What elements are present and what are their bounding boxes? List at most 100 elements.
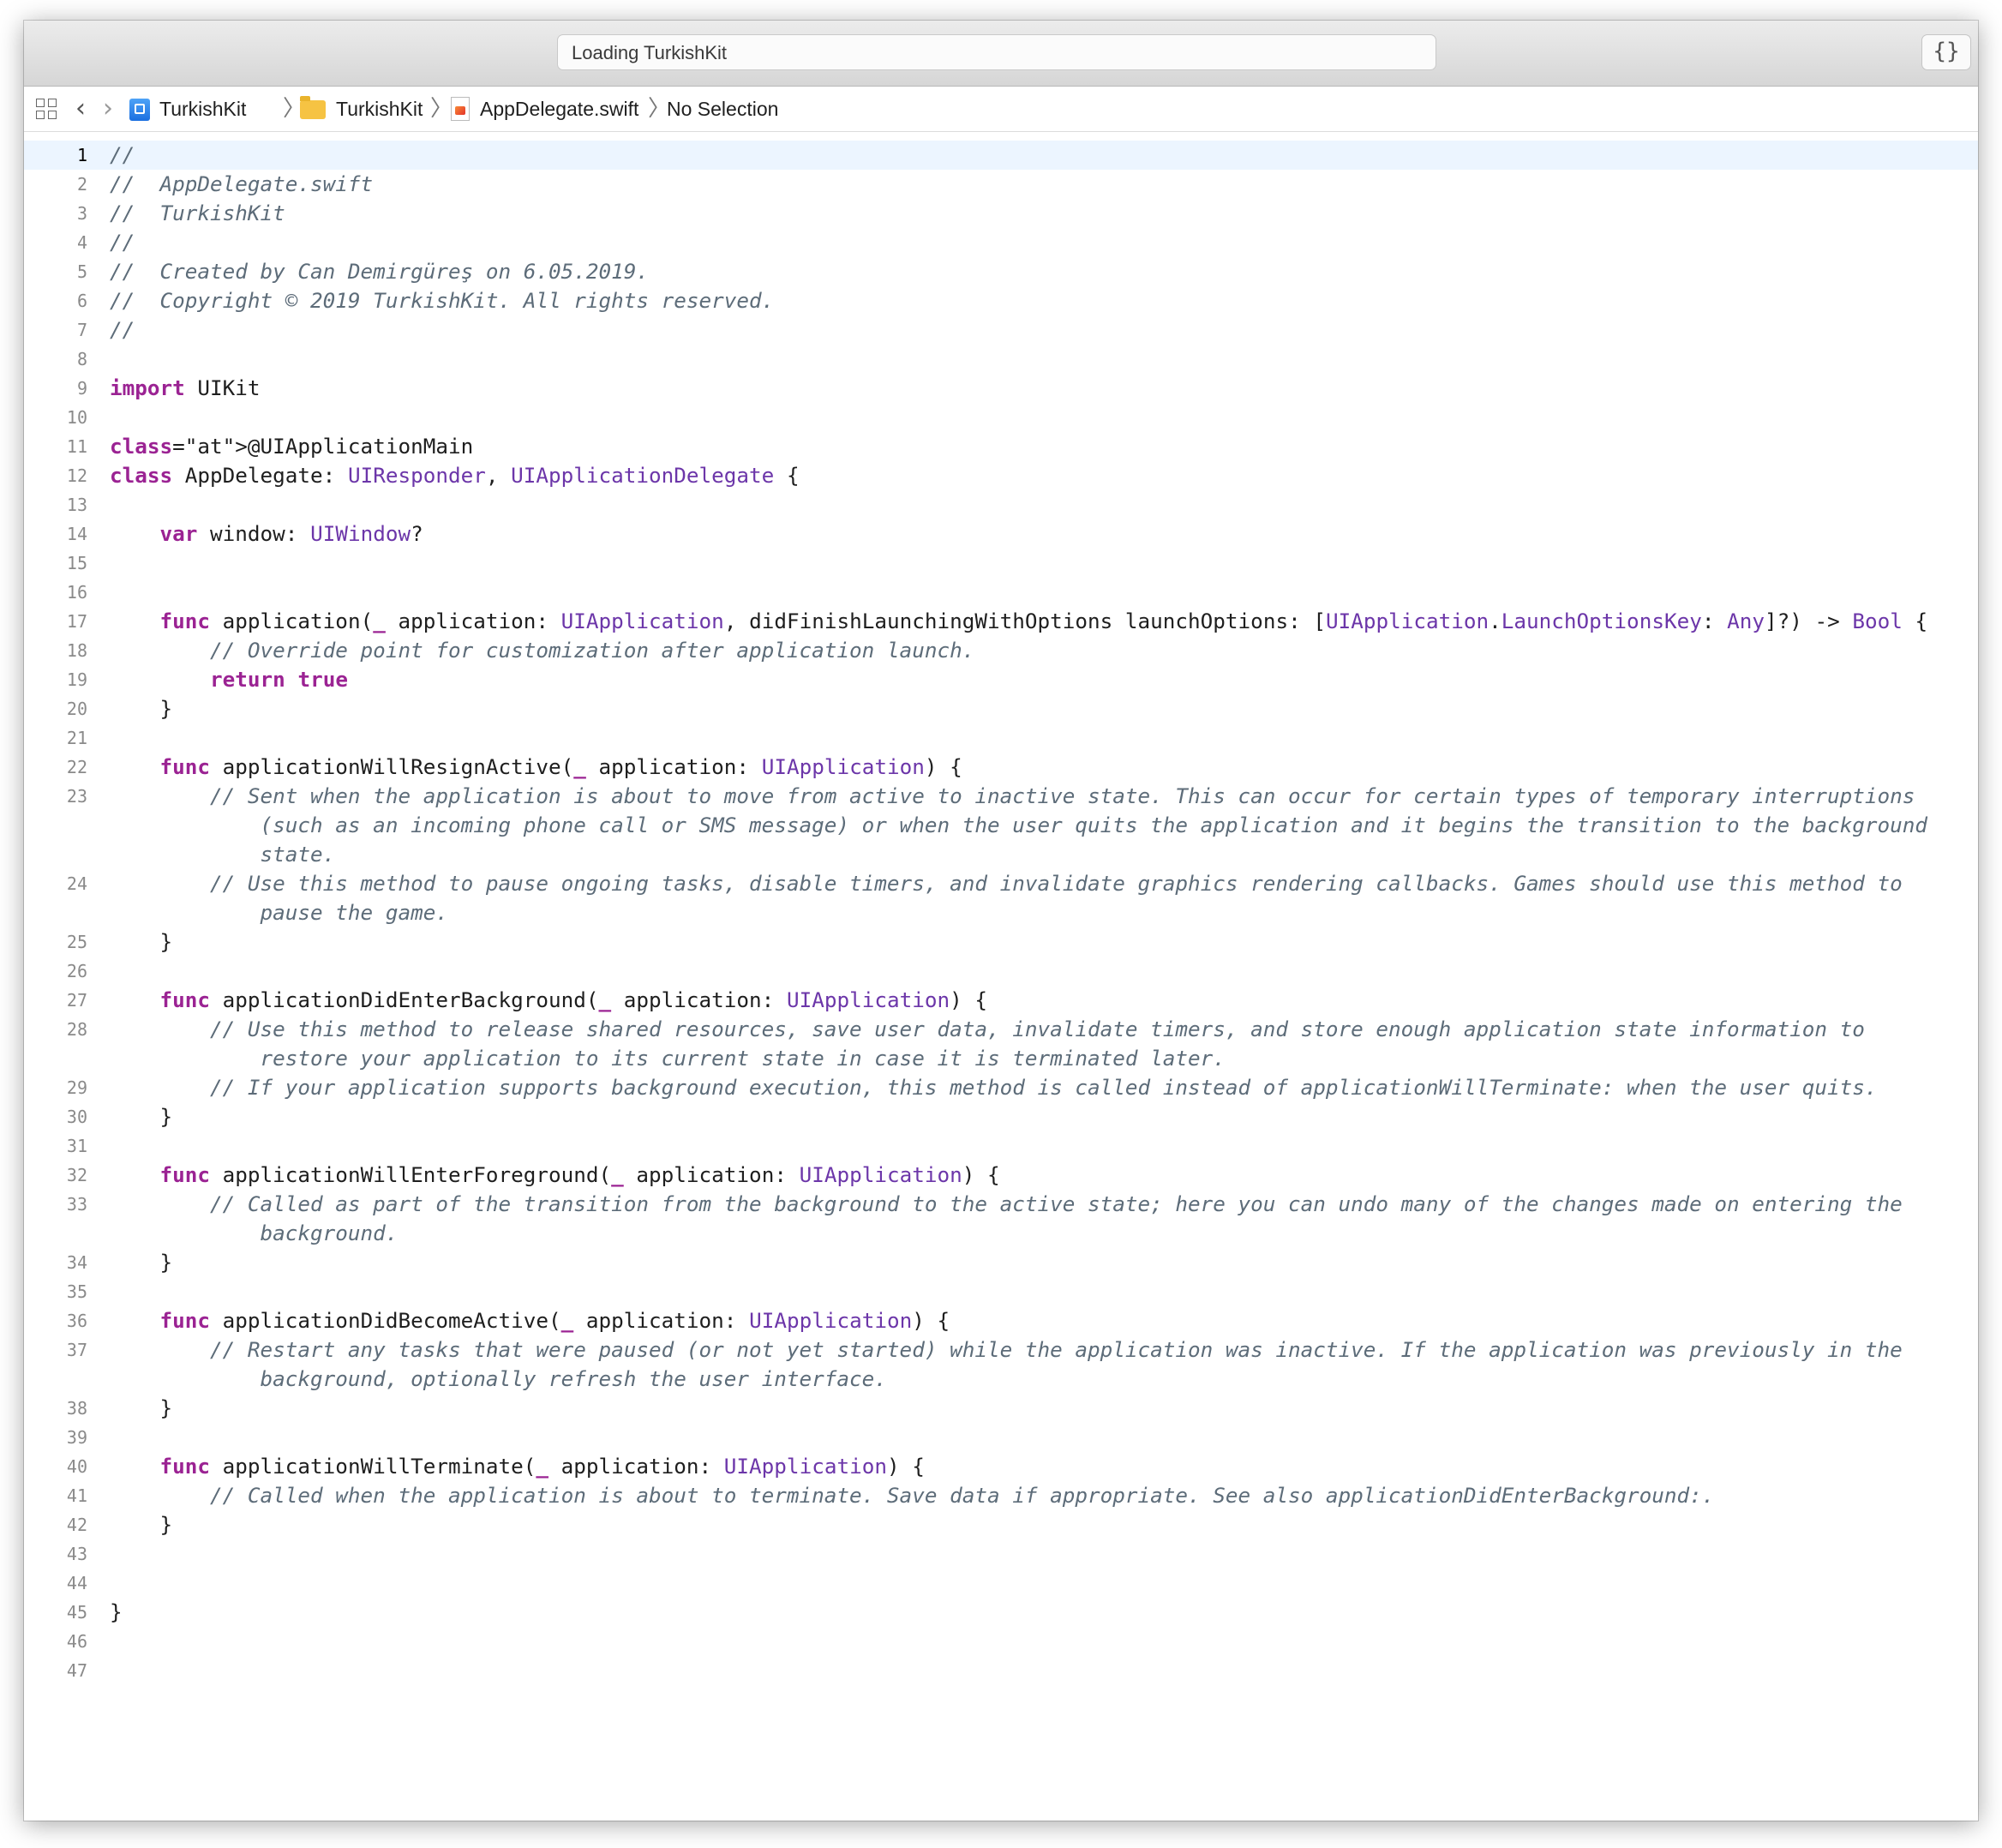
line-number: 28 [66,1019,87,1040]
code-line[interactable]: 23 // Sent when the application is about… [24,782,1978,811]
line-number: 16 [66,582,87,603]
chevron-left-icon[interactable]: ‹ [75,96,86,122]
code-line[interactable]: 47 [24,1656,1978,1685]
breadcrumb-project[interactable]: TurkishKit [159,87,246,131]
code-line[interactable]: 25 } [24,927,1978,957]
code-line[interactable]: 34 } [24,1248,1978,1277]
code-line[interactable]: 9 import UIKit [24,374,1978,403]
code-line[interactable]: 30 } [24,1102,1978,1131]
line-number: 26 [66,961,87,981]
line-number: 17 [66,611,87,632]
code-line[interactable]: 44 [24,1569,1978,1598]
source-editor[interactable]: 1 // 2 // AppDelegate.swift 3 // TurkishKit 4 /… [24,132,1978,1821]
line-number: 22 [66,757,87,777]
code-text: // Created by Can Demirgüreş on 6.05.201… [110,259,650,284]
code-line[interactable]: 21 [24,723,1978,753]
code-line[interactable]: 20 } [24,694,1978,723]
code-text: return true [210,667,348,692]
line-number: 10 [66,407,87,428]
line-number: 14 [66,524,87,544]
code-line[interactable]: 19 return true [24,665,1978,694]
code-line[interactable]: 15 [24,549,1978,578]
xcode-window: Loading TurkishKit {} ‹ › TurkishKit 〉 T… [24,21,1978,1821]
code-text: class AppDelegate: UIResponder, UIApplic… [110,463,800,488]
code-line[interactable]: 12 class AppDelegate: UIResponder, UIAppl… [24,461,1978,490]
code-line[interactable]: 5 // Created by Can Demirgüreş on 6.05.20… [24,257,1978,286]
code-line[interactable]: background. [24,1219,1978,1248]
line-number: 24 [66,873,87,894]
code-line[interactable]: pause the game. [24,898,1978,927]
code-line[interactable]: 37 // Restart any tasks that were paused… [24,1335,1978,1365]
breadcrumb-file[interactable]: AppDelegate.swift [480,87,638,131]
line-number: 43 [66,1544,87,1564]
code-line[interactable]: 43 [24,1539,1978,1569]
code-line[interactable]: 16 [24,578,1978,607]
line-number: 39 [66,1427,87,1448]
code-text: } [110,696,173,721]
line-number: 29 [66,1077,87,1098]
code-line[interactable]: 26 [24,957,1978,986]
breadcrumb-selection[interactable]: No Selection [667,87,778,131]
code-line[interactable]: 13 [24,490,1978,519]
code-line[interactable]: 27 func applicationDidEnterBackground(_ … [24,986,1978,1015]
line-number: 23 [66,786,87,807]
code-line[interactable]: (such as an incoming phone call or SMS m… [24,811,1978,840]
code-line[interactable]: 38 } [24,1394,1978,1423]
code-line[interactable]: 22 func applicationWillResignActive(_ ap… [24,753,1978,782]
swift-file-icon [451,97,470,121]
code-text: // Use this method to release shared res… [110,1017,1865,1041]
code-line[interactable]: 46 [24,1627,1978,1656]
code-line[interactable]: 33 // Called as part of the transition f… [24,1190,1978,1219]
chevron-right-icon[interactable]: › [103,96,113,122]
code-line[interactable]: 42 } [24,1510,1978,1539]
code-line[interactable]: 18 // Override point for customization a… [24,636,1978,665]
code-line[interactable]: state. [24,840,1978,869]
code-text: func applicationWillTerminate(_ applicat… [159,1454,925,1479]
code-text: pause the game. [110,900,448,925]
code-line[interactable]: 35 [24,1277,1978,1306]
code-line[interactable]: 3 // TurkishKit [24,199,1978,228]
line-number: 46 [66,1631,87,1652]
code-text: } [110,1395,173,1420]
code-line[interactable]: 1 // [24,141,1978,170]
code-review-button[interactable]: {} [1921,34,1971,70]
code-line[interactable]: 8 [24,345,1978,374]
code-text: restore your application to its current … [110,1046,1226,1071]
code-text: // [110,317,135,342]
code-line[interactable]: 32 func applicationWillEnterForeground(_… [24,1161,1978,1190]
line-number: 20 [66,699,87,719]
code-line[interactable]: 4 // [24,228,1978,257]
line-number: 3 [76,203,87,224]
code-line[interactable]: 7 // [24,315,1978,345]
code-line[interactable]: 28 // Use this method to release shared … [24,1015,1978,1044]
code-text: // TurkishKit [110,201,285,225]
code-line[interactable]: restore your application to its current … [24,1044,1978,1073]
line-number: 6 [76,291,87,311]
code-line[interactable]: 2 // AppDelegate.swift [24,170,1978,199]
code-line[interactable]: background, optionally refresh the user … [24,1365,1978,1394]
code-line[interactable]: 11 class="at">@UIApplicationMain [24,432,1978,461]
line-number: 35 [66,1281,87,1302]
code-line[interactable]: 31 [24,1131,1978,1161]
code-line[interactable]: 14 var window: UIWindow? [24,519,1978,549]
code-line[interactable]: 24 // Use this method to pause ongoing t… [24,869,1978,898]
code-line[interactable]: 29 // If your application supports backg… [24,1073,1978,1102]
code-line[interactable]: 17 func application(_ application: UIApp… [24,607,1978,636]
code-text: // Called as part of the transition from… [110,1191,1903,1216]
code-line[interactable]: 40 func applicationWillTerminate(_ appli… [24,1452,1978,1481]
breadcrumb-group[interactable]: TurkishKit [336,87,423,131]
code-text: func applicationDidEnterBackground(_ app… [159,987,987,1012]
code-text: } [110,1104,173,1129]
grid-icon[interactable] [36,99,58,121]
code-line[interactable]: 36 func applicationDidBecomeActive(_ app… [24,1306,1978,1335]
code-line[interactable]: 10 [24,403,1978,432]
code-text: } [110,929,173,954]
line-number: 40 [66,1456,87,1477]
code-line[interactable]: 6 // Copyright © 2019 TurkishKit. All rig… [24,286,1978,315]
toolbar: Loading TurkishKit {} [24,21,1978,87]
code-text: func applicationWillResignActive(_ appli… [159,754,962,779]
code-line[interactable]: 41 // Called when the application is abo… [24,1481,1978,1510]
code-line[interactable]: 39 [24,1423,1978,1452]
code-line[interactable]: 45} [24,1598,1978,1627]
line-number: 12 [66,465,87,486]
